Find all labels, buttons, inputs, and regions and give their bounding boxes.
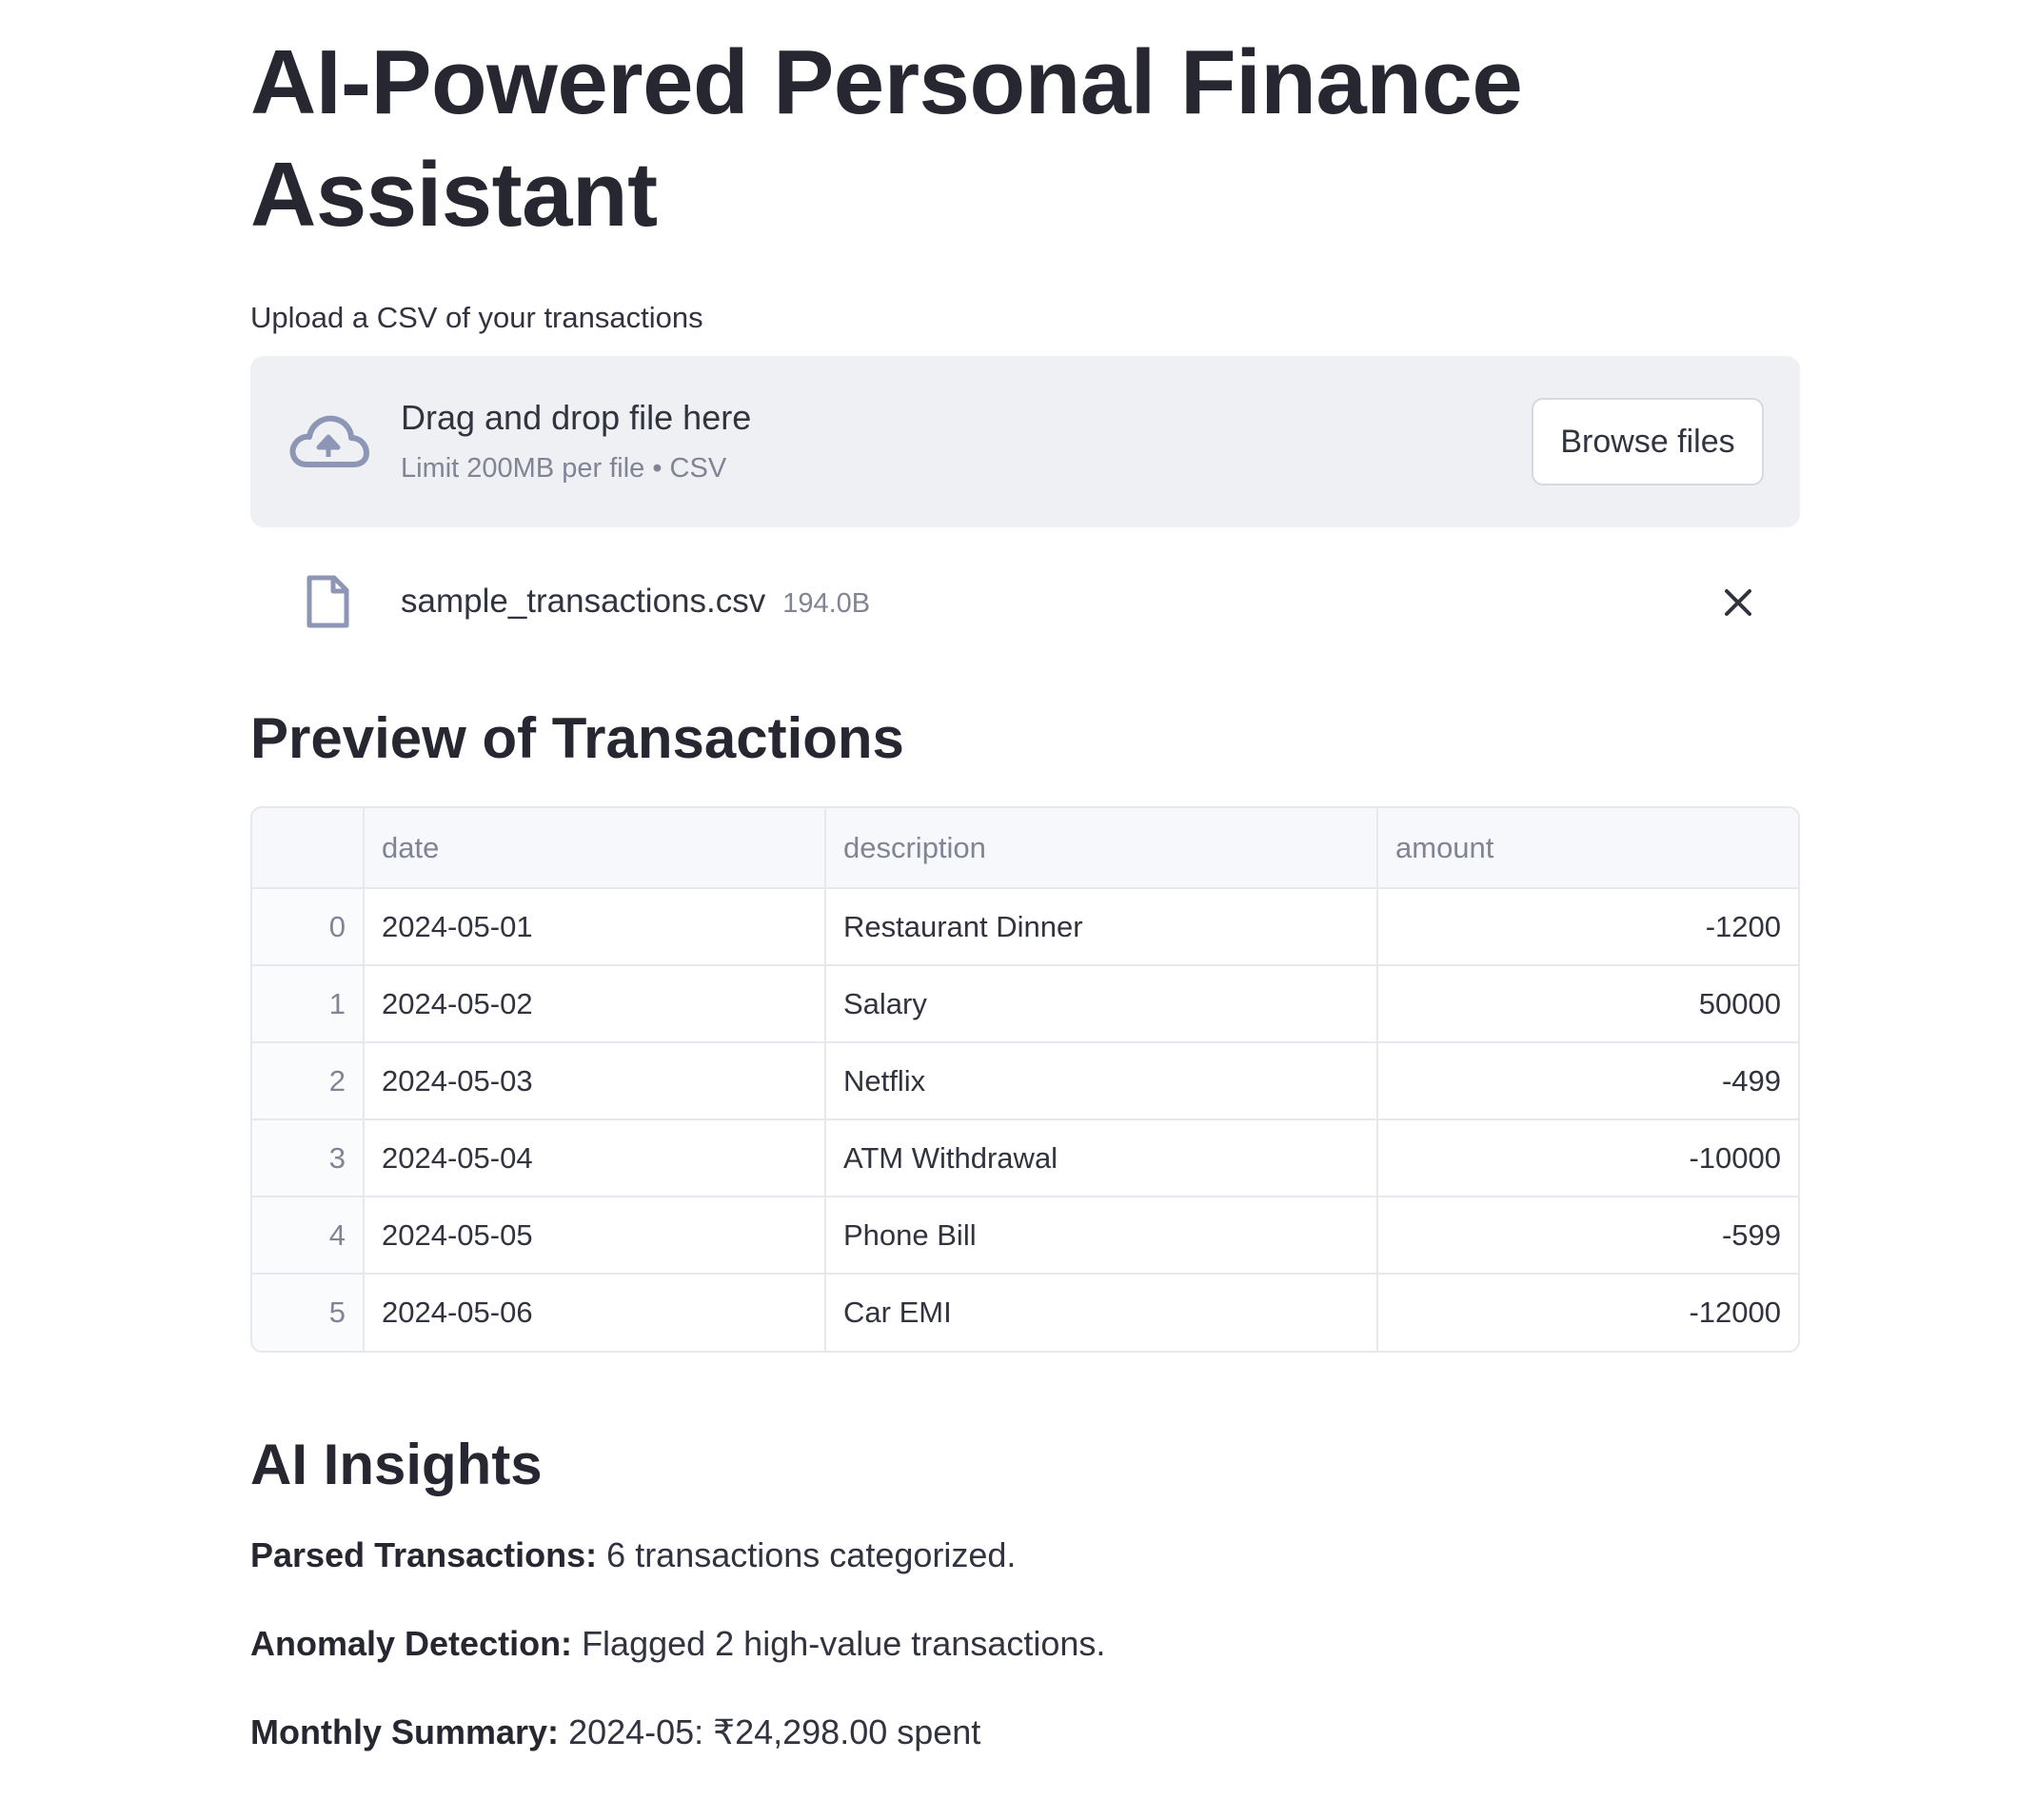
row-index: 5 [252, 1274, 365, 1351]
uploaded-file-name: sample_transactions.csv [401, 583, 766, 620]
column-header-index[interactable] [252, 808, 365, 889]
uploaded-file-info: sample_transactions.csv 194.0B [401, 581, 870, 624]
row-index: 2 [252, 1042, 365, 1120]
row-index: 1 [252, 965, 365, 1043]
table-row: 5 2024-05-06 Car EMI -12000 [252, 1274, 1798, 1351]
insight-text: 2024-05: ₹24,298.00 spent [568, 1712, 981, 1751]
cell-description[interactable]: Phone Bill [825, 1197, 1378, 1275]
column-header-amount[interactable]: amount [1377, 808, 1798, 889]
insight-label: Anomaly Detection: [250, 1624, 573, 1663]
table-row: 4 2024-05-05 Phone Bill -599 [252, 1197, 1798, 1275]
dropzone-text: Drag and drop file here Limit 200MB per … [401, 396, 751, 485]
cell-description[interactable]: Restaurant Dinner [825, 888, 1378, 966]
cell-amount[interactable]: -499 [1377, 1042, 1798, 1120]
cell-amount[interactable]: -599 [1377, 1197, 1798, 1275]
cell-date[interactable]: 2024-05-02 [364, 965, 826, 1043]
insight-label: Parsed Transactions: [250, 1535, 598, 1574]
cell-amount[interactable]: -12000 [1377, 1274, 1798, 1351]
page-title: AI-Powered Personal Finance Assistant [250, 31, 1523, 246]
insight-text: Flagged 2 high-value transactions. [582, 1624, 1106, 1663]
table-row: 3 2024-05-04 ATM Withdrawal -10000 [252, 1119, 1798, 1197]
cell-date[interactable]: 2024-05-03 [364, 1042, 826, 1120]
insight-label: Monthly Summary: [250, 1712, 560, 1751]
cell-amount[interactable]: 50000 [1377, 965, 1798, 1043]
cell-amount[interactable]: -10000 [1377, 1119, 1798, 1197]
close-icon[interactable] [1714, 579, 1762, 626]
column-header-description[interactable]: description [825, 808, 1378, 889]
transactions-table[interactable]: date description amount 0 2024-05-01 Res… [250, 806, 1800, 1353]
file-dropzone[interactable]: Drag and drop file here Limit 200MB per … [250, 356, 1800, 527]
row-index: 4 [252, 1197, 365, 1275]
table-row: 1 2024-05-02 Salary 50000 [252, 965, 1798, 1043]
insights-list: Parsed Transactions: 6 transactions cate… [250, 1533, 1800, 1754]
cell-date[interactable]: 2024-05-06 [364, 1274, 826, 1351]
column-header-date[interactable]: date [364, 808, 826, 889]
uploader-label: Upload a CSV of your transactions [250, 301, 703, 334]
insight-monthly-summary: Monthly Summary: 2024-05: ₹24,298.00 spe… [250, 1711, 1800, 1754]
insight-anomaly-detection: Anomaly Detection: Flagged 2 high-value … [250, 1622, 1800, 1666]
row-index: 0 [252, 888, 365, 966]
insight-text: 6 transactions categorized. [606, 1535, 1017, 1574]
cell-description[interactable]: Salary [825, 965, 1378, 1043]
uploaded-file-row: sample_transactions.csv 194.0B [250, 527, 1800, 670]
row-index: 3 [252, 1119, 365, 1197]
cell-date[interactable]: 2024-05-01 [364, 888, 826, 966]
table-row: 0 2024-05-01 Restaurant Dinner -1200 [252, 888, 1798, 966]
cell-amount[interactable]: -1200 [1377, 888, 1798, 966]
cell-date[interactable]: 2024-05-05 [364, 1197, 826, 1275]
uploaded-file-size: 194.0B [782, 588, 871, 619]
dropzone-title: Drag and drop file here [401, 398, 752, 437]
table-row: 2 2024-05-03 Netflix -499 [252, 1042, 1798, 1120]
cell-date[interactable]: 2024-05-04 [364, 1119, 826, 1197]
cell-description[interactable]: ATM Withdrawal [825, 1119, 1378, 1197]
preview-title: Preview of Transactions [250, 706, 904, 770]
table-header-row: date description amount [252, 808, 1798, 889]
cell-description[interactable]: Netflix [825, 1042, 1378, 1120]
main-content: AI-Powered Personal Finance Assistant Up… [250, 0, 1800, 1754]
cloud-upload-icon [289, 415, 369, 467]
insight-parsed-transactions: Parsed Transactions: 6 transactions cate… [250, 1533, 1800, 1577]
insights-title: AI Insights [250, 1433, 543, 1496]
cell-description[interactable]: Car EMI [825, 1274, 1378, 1351]
dropzone-subtitle: Limit 200MB per file • CSV [401, 453, 727, 484]
file-icon [307, 575, 349, 628]
browse-files-button[interactable]: Browse files [1532, 398, 1764, 485]
